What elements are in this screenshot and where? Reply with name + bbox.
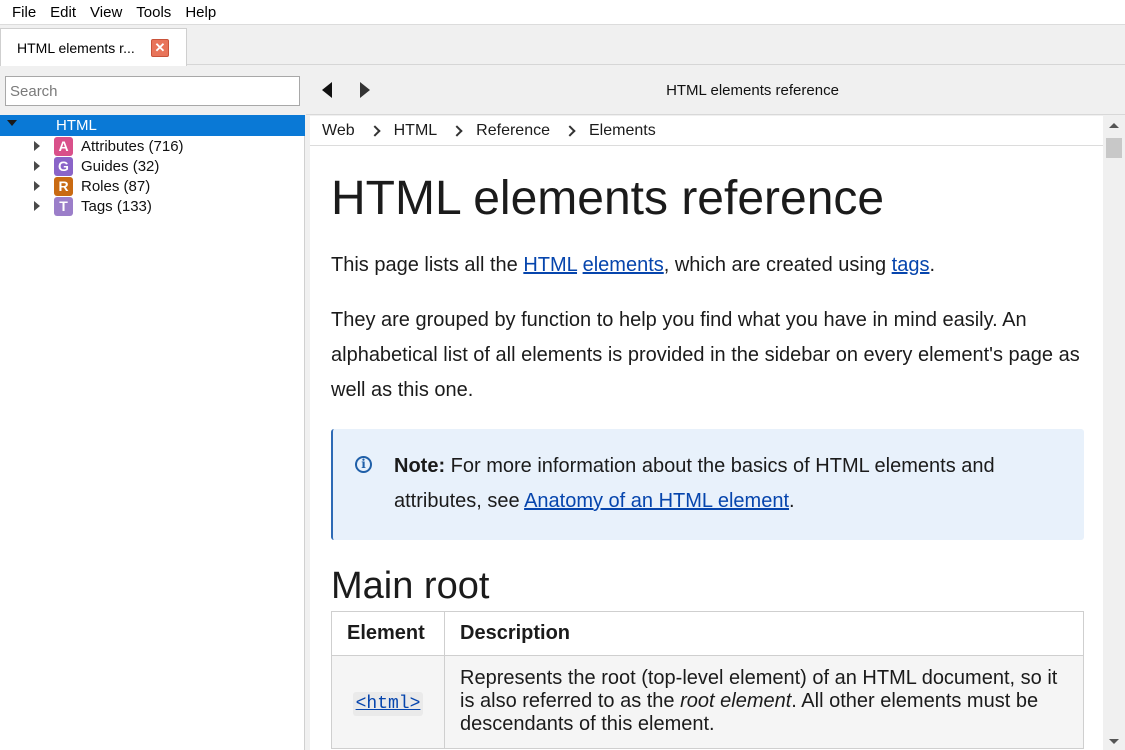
menu-bar: File Edit View Tools Help bbox=[0, 0, 1125, 25]
roles-badge-icon: R bbox=[54, 177, 73, 196]
emphasis: root element bbox=[680, 690, 792, 712]
element-link[interactable]: <html> bbox=[352, 691, 424, 716]
note-callout: i Note: For more information about the b… bbox=[331, 429, 1084, 540]
tree-item-roles[interactable]: R Roles (87) bbox=[0, 176, 305, 196]
tree-item-attributes[interactable]: A Attributes (716) bbox=[0, 136, 305, 156]
breadcrumb-reference[interactable]: Reference bbox=[476, 122, 550, 140]
expand-down-icon[interactable] bbox=[7, 120, 17, 126]
link-html[interactable]: HTML bbox=[523, 254, 577, 276]
navigation-bar: HTML elements reference bbox=[306, 66, 1125, 115]
tab-label: HTML elements r... bbox=[17, 39, 135, 56]
page-title: HTML elements reference bbox=[331, 172, 885, 225]
tab-bar: HTML elements r... ✕ bbox=[0, 25, 1125, 66]
tree-view: HTML A Attributes (716) G Guides (32) R … bbox=[0, 115, 305, 216]
tree-item-label: Guides (32) bbox=[81, 158, 160, 175]
tree-item-label: Tags (133) bbox=[81, 198, 152, 215]
tree-item-tags[interactable]: T Tags (133) bbox=[0, 196, 305, 216]
link-anatomy[interactable]: Anatomy of an HTML element bbox=[524, 490, 789, 512]
text: . bbox=[929, 254, 936, 276]
page-title-bar: HTML elements reference bbox=[666, 82, 839, 99]
breadcrumb-elements[interactable]: Elements bbox=[589, 122, 656, 140]
element-cell: <html> bbox=[331, 655, 445, 749]
chevron-right-icon bbox=[451, 124, 463, 137]
expand-right-icon[interactable] bbox=[34, 201, 40, 211]
tree-item-label: Attributes (716) bbox=[81, 138, 184, 155]
grouping-paragraph: They are grouped by function to help you… bbox=[331, 309, 1080, 401]
info-icon: i bbox=[355, 456, 372, 473]
breadcrumb-html[interactable]: HTML bbox=[394, 122, 438, 140]
section-heading: Main root bbox=[331, 565, 490, 607]
description-cell: Represents the root (top-level element) … bbox=[444, 655, 1084, 749]
document-view: Web HTML Reference Elements HTML element… bbox=[310, 116, 1103, 750]
tree-item-html[interactable]: HTML bbox=[0, 115, 305, 136]
menu-view[interactable]: View bbox=[83, 0, 129, 25]
elements-table: Element Description <html> Represents th… bbox=[331, 611, 1084, 749]
close-icon[interactable]: ✕ bbox=[151, 39, 169, 57]
attributes-badge-icon: A bbox=[54, 137, 73, 156]
tree-item-guides[interactable]: G Guides (32) bbox=[0, 156, 305, 176]
text: , which are created using bbox=[663, 254, 892, 276]
sidebar: HTML A Attributes (716) G Guides (32) R … bbox=[0, 66, 305, 750]
intro-paragraph: This page lists all the HTML elements, w… bbox=[331, 248, 1091, 283]
text: . bbox=[789, 490, 795, 512]
table-header-row: Element Description bbox=[331, 611, 1084, 656]
column-header: Element bbox=[331, 611, 445, 656]
menu-help[interactable]: Help bbox=[178, 0, 223, 25]
scroll-up-icon[interactable] bbox=[1109, 123, 1119, 128]
text: This page lists all the bbox=[331, 254, 524, 276]
menu-tools[interactable]: Tools bbox=[129, 0, 178, 25]
guides-badge-icon: G bbox=[54, 157, 73, 176]
menu-edit[interactable]: Edit bbox=[43, 0, 83, 25]
scroll-thumb[interactable] bbox=[1106, 138, 1122, 158]
link-tags[interactable]: tags bbox=[892, 254, 930, 276]
chevron-right-icon bbox=[564, 124, 576, 137]
expand-right-icon[interactable] bbox=[34, 181, 40, 191]
content-pane: HTML elements reference Web HTML Referen… bbox=[306, 66, 1125, 750]
breadcrumb-web[interactable]: Web bbox=[322, 122, 355, 140]
tree-item-label: Roles (87) bbox=[81, 178, 151, 195]
tab-html-elements[interactable]: HTML elements r... ✕ bbox=[0, 28, 187, 66]
column-header: Description bbox=[444, 611, 1084, 656]
tags-badge-icon: T bbox=[54, 197, 73, 216]
chevron-right-icon bbox=[368, 124, 381, 137]
scroll-down-icon[interactable] bbox=[1109, 739, 1119, 744]
expand-right-icon[interactable] bbox=[34, 161, 40, 171]
vertical-scrollbar[interactable] bbox=[1103, 116, 1125, 750]
table-row: <html> Represents the root (top-level el… bbox=[331, 655, 1084, 749]
tree-item-label: HTML bbox=[56, 117, 97, 134]
breadcrumb: Web HTML Reference Elements bbox=[310, 116, 1103, 146]
menu-file[interactable]: File bbox=[5, 0, 43, 25]
search-input[interactable] bbox=[5, 76, 300, 106]
note-label: Note: bbox=[394, 455, 446, 477]
sidebar-search-area bbox=[0, 66, 305, 115]
link-elements[interactable]: elements bbox=[583, 254, 664, 276]
note-text: Note: For more information about the bas… bbox=[394, 449, 1054, 519]
expand-right-icon[interactable] bbox=[34, 141, 40, 151]
